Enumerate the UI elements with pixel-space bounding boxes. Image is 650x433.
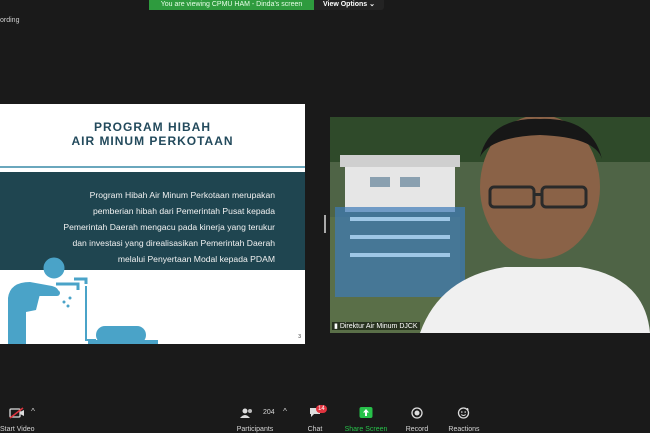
share-screen-icon <box>359 407 373 418</box>
split-view-handle[interactable] <box>324 215 326 233</box>
recording-label: ording <box>0 17 20 24</box>
chat-unread-badge: 14 <box>316 405 327 413</box>
view-options-button[interactable]: View Options ⌄ <box>314 0 384 10</box>
video-options-button[interactable]: ^ <box>28 405 38 433</box>
participants-options-button[interactable]: ^ <box>281 405 289 433</box>
share-screen-label: Share Screen <box>344 426 388 433</box>
slide-title: PROGRAM HIBAH AIR MINUM PERKOTAAN <box>0 120 305 148</box>
signal-icon: ▮ <box>334 323 338 330</box>
reactions-label: Reactions <box>448 426 480 433</box>
slide-body-line: dan investasi yang direalisasikan Pemeri… <box>72 238 275 248</box>
viewing-screen-label: You are viewing CPMU HAM - Dinda's scree… <box>149 0 314 10</box>
record-label: Record <box>405 426 429 433</box>
chevron-up-icon: ^ <box>31 407 35 416</box>
slide-body-line: Pemerintah Daerah mengacu pada kinerja y… <box>63 222 275 232</box>
participant-name-label: ▮ Direktur Air Minum DJCK <box>332 322 420 330</box>
slide-body-line: Program Hibah Air Minum Perkotaan merupa… <box>89 190 275 200</box>
participants-label: Participants <box>236 426 274 433</box>
participants-button[interactable]: 204 Participants <box>234 405 276 433</box>
participants-icon <box>240 408 252 418</box>
participants-count: 204 <box>263 409 275 416</box>
reactions-button[interactable]: Reactions <box>447 405 481 433</box>
handwashing-illustration <box>8 257 158 344</box>
chat-button[interactable]: 14 Chat <box>302 405 328 433</box>
slide-body-line: pemberian hibah dari Pemerintah Pusat ke… <box>92 206 275 216</box>
view-options-label: View Options <box>322 1 368 8</box>
participant-name: Direktur Air Minum DJCK <box>339 323 418 330</box>
video-off-icon <box>9 407 24 419</box>
slide-title-line1: PROGRAM HIBAH <box>94 120 211 134</box>
slide-page-number: 3 <box>298 334 301 340</box>
shared-screen-slide: PROGRAM HIBAH AIR MINUM PERKOTAAN Progra… <box>0 104 305 344</box>
share-screen-button[interactable]: Share Screen <box>344 405 388 433</box>
slide-divider <box>0 166 305 168</box>
chevron-up-icon: ^ <box>283 407 287 416</box>
screen-share-banner: You are viewing CPMU HAM - Dinda's scree… <box>149 0 384 10</box>
meeting-toolbar: Start Video ^ 204 Participants ^ 14 Chat… <box>0 403 650 433</box>
record-button[interactable]: Record <box>404 405 430 433</box>
speaker-video <box>330 117 650 333</box>
chat-label: Chat <box>307 426 323 433</box>
record-icon <box>411 407 423 419</box>
speaker-video-frame <box>330 117 650 333</box>
reactions-icon <box>457 407 470 419</box>
chevron-down-icon: ⌄ <box>369 1 376 8</box>
slide-title-line2: AIR MINUM PERKOTAAN <box>71 134 234 148</box>
